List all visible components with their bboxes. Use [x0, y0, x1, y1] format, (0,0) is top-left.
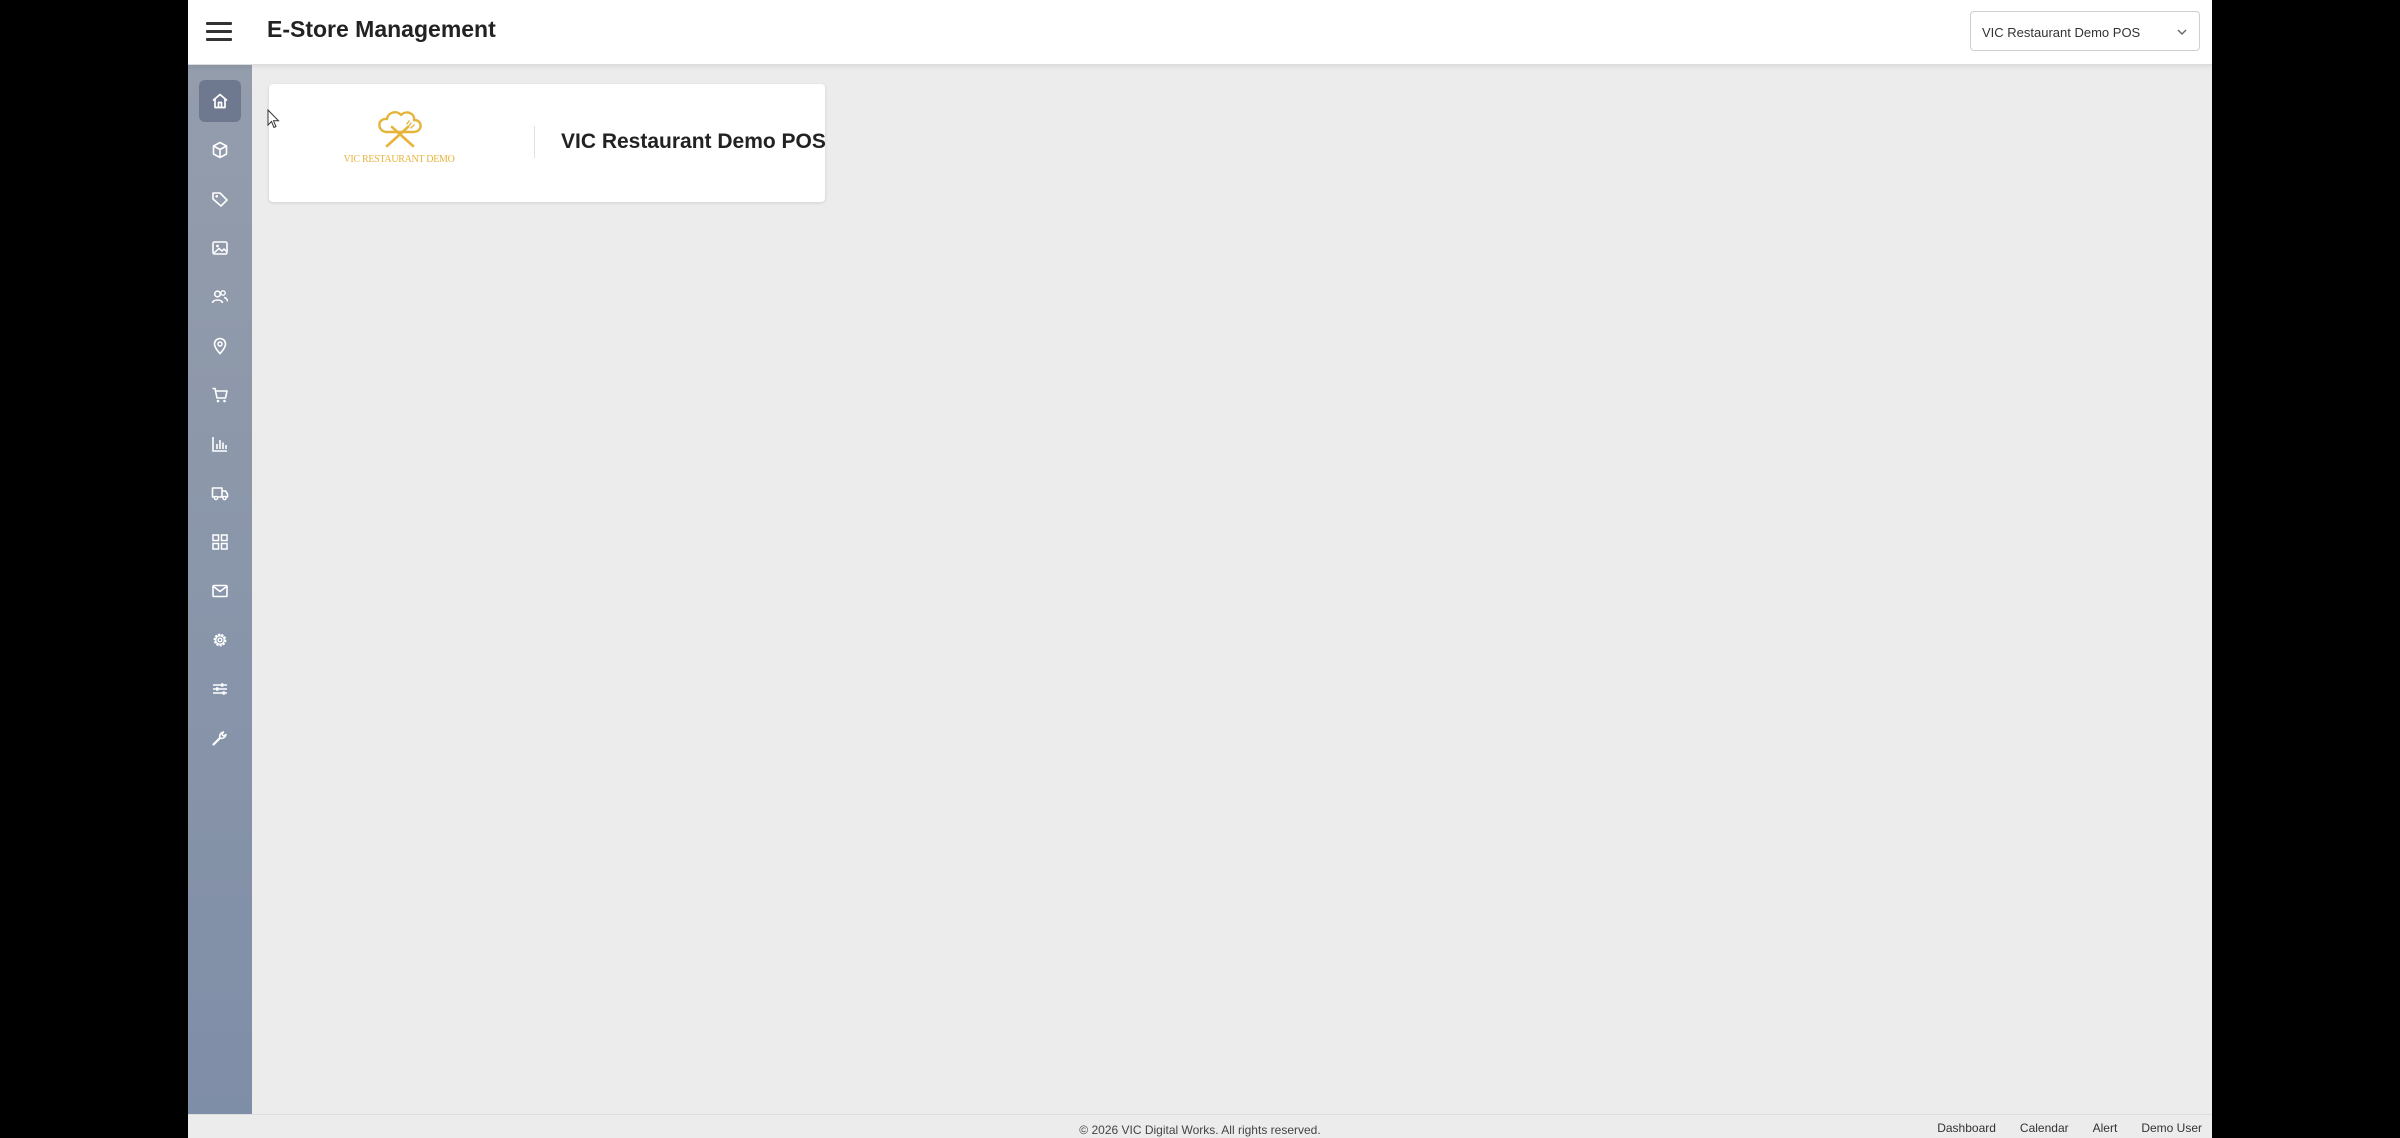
sidebar-item-tags[interactable] — [199, 178, 241, 220]
home-icon — [212, 93, 228, 109]
footer-link-dashboard[interactable]: Dashboard — [1937, 1121, 1996, 1135]
store-selector-value: VIC Restaurant Demo POS — [1982, 25, 2141, 40]
sidebar-item-orders[interactable] — [199, 374, 241, 416]
sidebar-item-locations[interactable] — [199, 325, 241, 367]
sidebar-item-reports[interactable] — [199, 423, 241, 465]
sidebar-item-products[interactable] — [199, 129, 241, 171]
users-icon — [211, 290, 229, 304]
image-icon — [212, 241, 228, 255]
wrench-icon — [212, 731, 227, 746]
footer-link-calendar[interactable]: Calendar — [2020, 1121, 2069, 1135]
sidebar-item-preferences[interactable] — [199, 668, 241, 710]
grid-icon — [212, 534, 228, 550]
footer-link-demo-user[interactable]: Demo User — [2141, 1121, 2202, 1135]
store-logo-text: VIC RESTAURANT DEMO — [343, 154, 455, 165]
truck-icon — [211, 487, 229, 501]
chef-hat-logo-icon — [378, 111, 422, 148]
chevron-down-icon — [2177, 29, 2187, 35]
footer-link-alert[interactable]: Alert — [2093, 1121, 2118, 1135]
store-logo: VIC RESTAURANT DEMO — [329, 110, 469, 172]
sidebar-item-tools[interactable] — [199, 717, 241, 759]
bar-chart-icon — [212, 437, 227, 452]
tag-icon — [212, 192, 228, 207]
sidebar-item-home[interactable] — [199, 80, 241, 122]
sidebar-item-delivery[interactable] — [199, 472, 241, 514]
copyright-text: © 2026 VIC Digital Works. All rights res… — [1079, 1123, 1321, 1137]
store-card[interactable]: VIC RESTAURANT DEMO VIC Restaurant Demo … — [269, 84, 826, 202]
sliders-icon — [213, 683, 227, 695]
gear-icon — [213, 633, 227, 647]
sidebar-item-settings[interactable] — [199, 619, 241, 661]
map-pin-icon — [213, 337, 227, 355]
top-bar: E-Store Management VIC Restaurant Demo P… — [188, 0, 2212, 65]
app-title: E-Store Management — [267, 16, 496, 42]
store-name: VIC Restaurant Demo POS — [561, 130, 826, 153]
sidebar — [188, 64, 252, 1114]
mail-icon — [212, 584, 228, 598]
sidebar-item-widgets[interactable] — [199, 521, 241, 563]
sidebar-item-media[interactable] — [199, 227, 241, 269]
footer: © 2026 VIC Digital Works. All rights res… — [188, 1114, 2212, 1138]
cart-icon — [212, 387, 228, 403]
app-window: E-Store Management VIC Restaurant Demo P… — [188, 0, 2212, 1138]
card-divider — [534, 126, 535, 158]
footer-links: Dashboard Calendar Alert Demo User — [1937, 1121, 2202, 1135]
hamburger-menu-icon[interactable] — [203, 17, 235, 47]
store-selector[interactable]: VIC Restaurant Demo POS — [1970, 11, 2200, 51]
cube-icon — [212, 141, 228, 159]
sidebar-item-customers[interactable] — [199, 276, 241, 318]
mouse-cursor-icon — [267, 109, 280, 129]
sidebar-item-messages[interactable] — [199, 570, 241, 612]
